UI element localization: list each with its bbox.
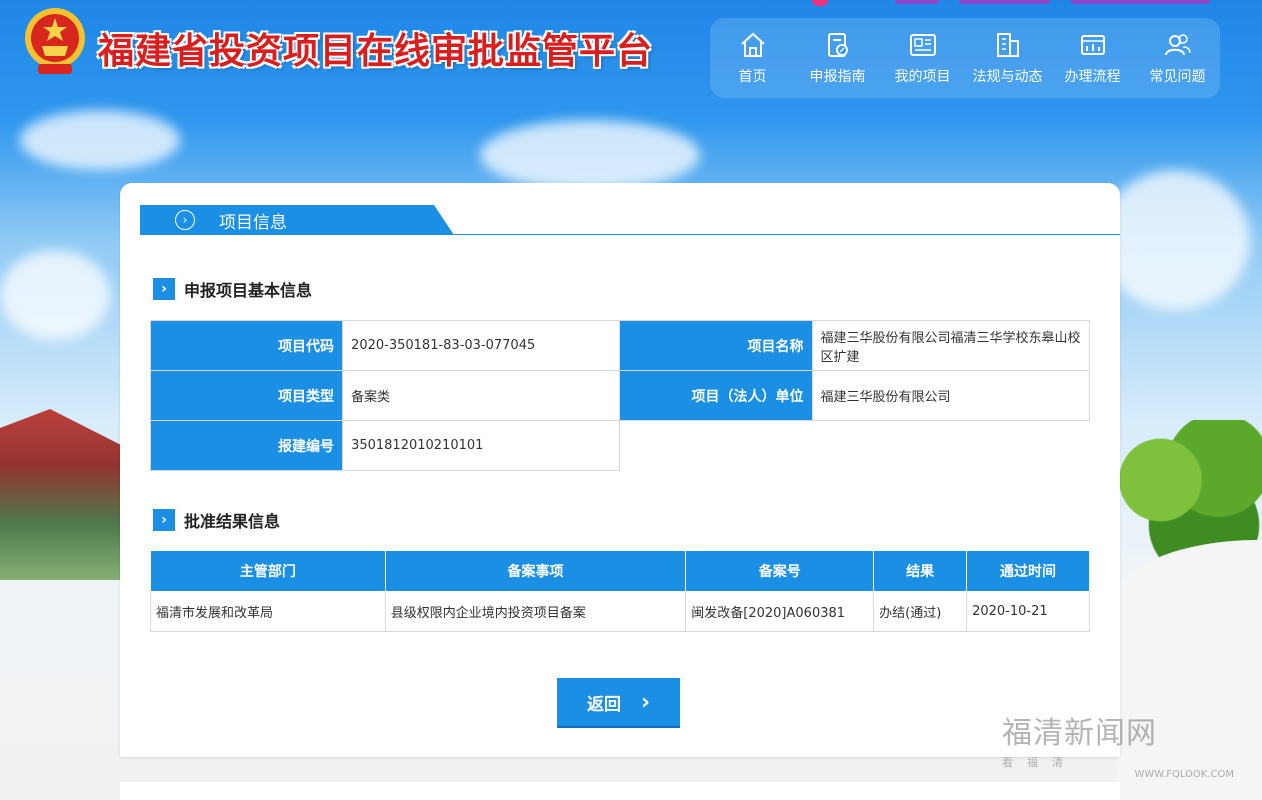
table-cell: 办结(通过) xyxy=(873,590,968,632)
back-button-label: 返回 xyxy=(586,694,621,715)
tab-label: 项目信息 xyxy=(219,212,287,233)
project-icon xyxy=(909,34,936,56)
chevron-right-circle-icon: › xyxy=(175,210,195,230)
users-icon xyxy=(1164,34,1191,56)
nav-faq[interactable]: 常见问题 xyxy=(1135,18,1220,98)
label-cell: 项目（法人）单位 xyxy=(619,370,813,421)
table-row: 项目代码 2020-350181-83-03-077045 项目名称 福建三华股… xyxy=(149,320,1091,371)
table-cell: 福清市发展和改革局 xyxy=(150,590,386,632)
table-cell: 县级权限内企业境内投资项目备案 xyxy=(384,590,687,632)
value-cell: 2020-350181-83-03-077045 xyxy=(342,320,621,371)
label-cell: 项目类型 xyxy=(149,370,344,421)
header: 福建省投资项目在线审批监管平台 首页 申报指南 我的项目 法规与动态 办理流程 … xyxy=(0,0,1262,110)
nav-label: 申报指南 xyxy=(809,69,866,85)
column-header: 主管部门 xyxy=(150,551,386,592)
tab-project-info[interactable]: › 项目信息 xyxy=(140,205,454,235)
column-header: 备案事项 xyxy=(384,551,687,592)
table-cell: 2020-10-21 xyxy=(966,590,1090,632)
top-tab[interactable] xyxy=(1071,0,1210,4)
value-cell: 福建三华股份有限公司 xyxy=(811,370,1091,421)
cloud xyxy=(0,250,110,340)
bottom-strip xyxy=(120,782,1120,800)
label-cell: 报建编号 xyxy=(149,420,344,471)
column-header: 通过时间 xyxy=(966,551,1090,592)
nav-label: 办理流程 xyxy=(1064,69,1121,85)
table-cell: 闽发改备[2020]A060381 xyxy=(685,590,875,632)
back-button[interactable]: 返回 › xyxy=(557,678,680,726)
column-header: 备案号 xyxy=(685,551,875,592)
cloud xyxy=(1100,170,1250,310)
top-tab[interactable] xyxy=(959,0,1050,4)
building-icon xyxy=(996,33,1019,57)
watermark-url: WWW.FQLOOK.COM xyxy=(1134,769,1235,780)
nav-my-projects[interactable]: 我的项目 xyxy=(880,18,965,98)
guide-icon xyxy=(827,33,848,57)
value-cell: 备案类 xyxy=(342,370,621,421)
basic-info-section-title: › 申报项目基本信息 xyxy=(153,277,312,301)
result-info-section-title: › 批准结果信息 xyxy=(153,508,280,532)
nav-home[interactable]: 首页 xyxy=(710,18,795,98)
top-tab[interactable] xyxy=(895,0,939,4)
main-nav: 首页 申报指南 我的项目 法规与动态 办理流程 常见问题 xyxy=(710,18,1220,98)
cloud xyxy=(480,120,700,190)
chevron-right-icon: › xyxy=(640,689,651,715)
cloud xyxy=(20,110,180,170)
table-row: 报建编号 3501812010210101 xyxy=(149,420,1090,471)
pagoda-scenery xyxy=(0,409,125,580)
nav-regulations[interactable]: 法规与动态 xyxy=(965,18,1050,98)
table-row: 项目类型 备案类 项目（法人）单位 福建三华股份有限公司 xyxy=(149,370,1091,421)
nav-label: 常见问题 xyxy=(1149,69,1206,85)
label-cell: 项目代码 xyxy=(149,320,344,371)
project-info-panel: › 项目信息 › 申报项目基本信息 项目代码 2020-350181-83-03… xyxy=(120,183,1120,757)
table-header-row: 主管部门 备案事项 备案号 结果 通过时间 xyxy=(150,551,1090,592)
panel-header: › 项目信息 xyxy=(140,205,1120,235)
home-icon xyxy=(740,32,765,57)
result-table: 主管部门 备案事项 备案号 结果 通过时间 福清市发展和改革局 县级权限内企业境… xyxy=(150,551,1090,632)
national-emblem-icon xyxy=(25,8,85,74)
watermark-sub: 看福清 xyxy=(1002,756,1077,769)
column-header: 结果 xyxy=(873,551,968,592)
chevron-right-icon: › xyxy=(153,509,175,531)
site-title: 福建省投资项目在线审批监管平台 xyxy=(98,31,654,72)
table-row: 福清市发展和改革局 县级权限内企业境内投资项目备案 闽发改备[2020]A060… xyxy=(150,590,1090,632)
empty-cell xyxy=(619,420,1090,471)
nav-label: 我的项目 xyxy=(894,69,951,85)
basic-info-table: 项目代码 2020-350181-83-03-077045 项目名称 福建三华股… xyxy=(149,320,1091,471)
section-title-text: 批准结果信息 xyxy=(184,512,281,531)
watermark: 福清新闻网 看福清 WWW.FQLOOK.COM xyxy=(1002,708,1242,780)
top-tab[interactable] xyxy=(812,0,828,6)
flow-icon xyxy=(1080,35,1105,55)
label-cell: 项目名称 xyxy=(619,320,813,371)
value-cell: 3501812010210101 xyxy=(342,420,621,471)
nav-process[interactable]: 办理流程 xyxy=(1050,18,1135,98)
nav-label: 首页 xyxy=(738,69,767,85)
chevron-right-icon: › xyxy=(153,278,175,300)
nav-guide[interactable]: 申报指南 xyxy=(795,18,880,98)
watermark-main: 福清新闻网 xyxy=(1002,716,1157,751)
section-title-text: 申报项目基本信息 xyxy=(184,281,313,300)
value-cell: 福建三华股份有限公司福清三华学校东皋山校区扩建 xyxy=(811,320,1091,371)
nav-label: 法规与动态 xyxy=(972,69,1043,85)
